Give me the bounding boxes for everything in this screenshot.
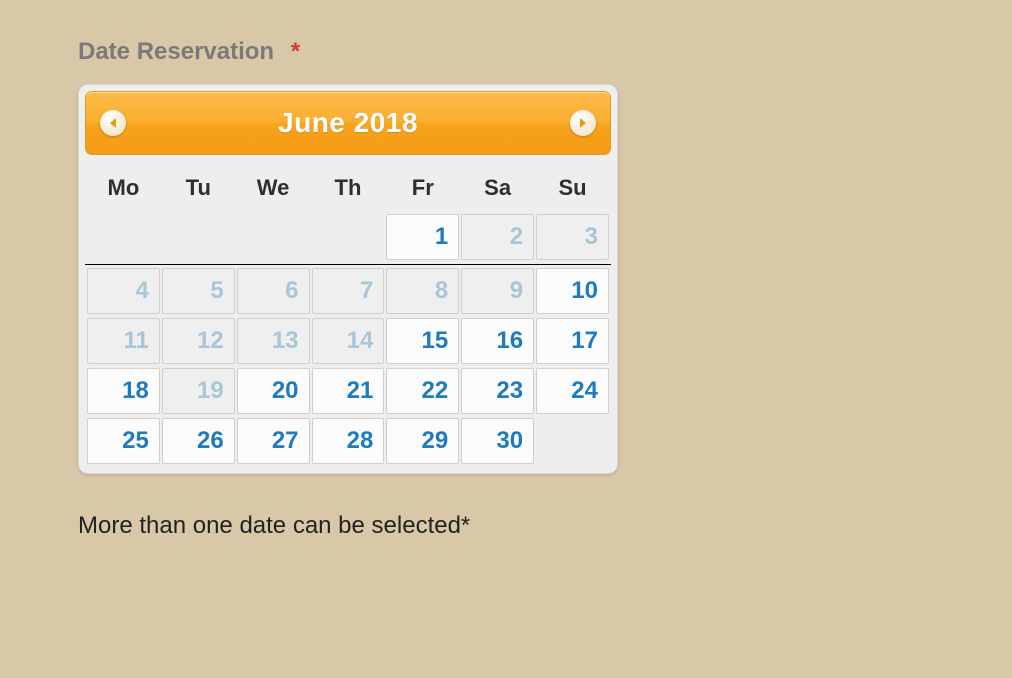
weekday-header: We (237, 161, 310, 211)
calendar-day[interactable]: 1 (386, 214, 459, 260)
calendar-day[interactable]: 10 (536, 268, 609, 314)
calendar-grid: MoTuWeThFrSaSu 1234567891011121314151617… (85, 159, 611, 467)
calendar-day[interactable]: 23 (461, 368, 534, 414)
calendar-day[interactable]: 18 (87, 368, 160, 414)
calendar-day: 6 (237, 268, 310, 314)
calendar-cell: 19 (162, 367, 235, 415)
calendar-cell: 27 (237, 417, 310, 465)
calendar-cell: 6 (237, 267, 310, 315)
calendar-cell: 25 (87, 417, 160, 465)
field-label-text: Date Reservation (78, 38, 274, 65)
field-label: Date Reservation * (78, 38, 1012, 66)
calendar-divider (87, 263, 609, 265)
calendar-cell: 30 (461, 417, 534, 465)
calendar-day: 14 (312, 318, 385, 364)
calendar-day[interactable]: 17 (536, 318, 609, 364)
calendar-cell: 1 (386, 213, 459, 261)
chevron-left-icon (108, 117, 118, 129)
calendar-cell: 12 (162, 317, 235, 365)
calendar-week-row: 11121314151617 (87, 317, 609, 365)
calendar-day[interactable]: 27 (237, 418, 310, 464)
calendar-cell: 15 (386, 317, 459, 365)
calendar-cell: 22 (386, 367, 459, 415)
calendar-cell: 8 (386, 267, 459, 315)
calendar-cell: 20 (237, 367, 310, 415)
calendar-day[interactable]: 26 (162, 418, 235, 464)
calendar-weekday-header: MoTuWeThFrSaSu (87, 161, 609, 211)
calendar-day[interactable]: 22 (386, 368, 459, 414)
calendar-day: 5 (162, 268, 235, 314)
calendar-day[interactable]: 24 (536, 368, 609, 414)
calendar-week-row: 252627282930 (87, 417, 609, 465)
weekday-header: Tu (162, 161, 235, 211)
calendar-cell: 28 (312, 417, 385, 465)
calendar-week-row: 18192021222324 (87, 367, 609, 415)
calendar-day[interactable]: 15 (386, 318, 459, 364)
calendar-day[interactable]: 30 (461, 418, 534, 464)
calendar-day: 3 (536, 214, 609, 260)
weekday-header: Th (312, 161, 385, 211)
calendar-cell (87, 213, 160, 261)
calendar-cell: 18 (87, 367, 160, 415)
calendar-title: June 2018 (278, 107, 418, 139)
calendar-day: 9 (461, 268, 534, 314)
next-month-button[interactable] (570, 110, 596, 136)
helper-text: More than one date can be selected* (78, 512, 1012, 540)
calendar-widget: June 2018 MoTuWeThFrSaSu 123456789101112… (78, 84, 618, 474)
calendar-cell: 3 (536, 213, 609, 261)
calendar-cell: 7 (312, 267, 385, 315)
calendar-day: 2 (461, 214, 534, 260)
calendar-cell: 16 (461, 317, 534, 365)
calendar-cell (162, 213, 235, 261)
calendar-cell: 10 (536, 267, 609, 315)
calendar-cell (536, 417, 609, 465)
weekday-header: Su (536, 161, 609, 211)
chevron-right-icon (578, 117, 588, 129)
calendar-cell (237, 213, 310, 261)
prev-month-button[interactable] (100, 110, 126, 136)
calendar-day: 13 (237, 318, 310, 364)
calendar-day[interactable]: 28 (312, 418, 385, 464)
calendar-cell: 13 (237, 317, 310, 365)
calendar-day: 12 (162, 318, 235, 364)
calendar-week-row: 45678910 (87, 267, 609, 315)
weekday-header: Mo (87, 161, 160, 211)
calendar-cell: 14 (312, 317, 385, 365)
calendar-day[interactable]: 25 (87, 418, 160, 464)
calendar-day[interactable]: 29 (386, 418, 459, 464)
calendar-week-row: 123 (87, 213, 609, 261)
calendar-cell: 29 (386, 417, 459, 465)
calendar-cell: 11 (87, 317, 160, 365)
calendar-day: 19 (162, 368, 235, 414)
calendar-day[interactable]: 20 (237, 368, 310, 414)
calendar-cell: 17 (536, 317, 609, 365)
calendar-day: 11 (87, 318, 160, 364)
weekday-header: Fr (386, 161, 459, 211)
calendar-day: 8 (386, 268, 459, 314)
calendar-cell: 5 (162, 267, 235, 315)
calendar-header: June 2018 (85, 91, 611, 155)
calendar-cell: 24 (536, 367, 609, 415)
calendar-cell (312, 213, 385, 261)
calendar-day[interactable]: 16 (461, 318, 534, 364)
calendar-cell: 23 (461, 367, 534, 415)
weekday-header: Sa (461, 161, 534, 211)
calendar-cell: 4 (87, 267, 160, 315)
calendar-cell: 21 (312, 367, 385, 415)
calendar-cell: 9 (461, 267, 534, 315)
calendar-cell: 26 (162, 417, 235, 465)
calendar-day: 7 (312, 268, 385, 314)
calendar-day: 4 (87, 268, 160, 314)
calendar-day[interactable]: 21 (312, 368, 385, 414)
calendar-cell: 2 (461, 213, 534, 261)
required-asterisk: * (291, 38, 300, 65)
